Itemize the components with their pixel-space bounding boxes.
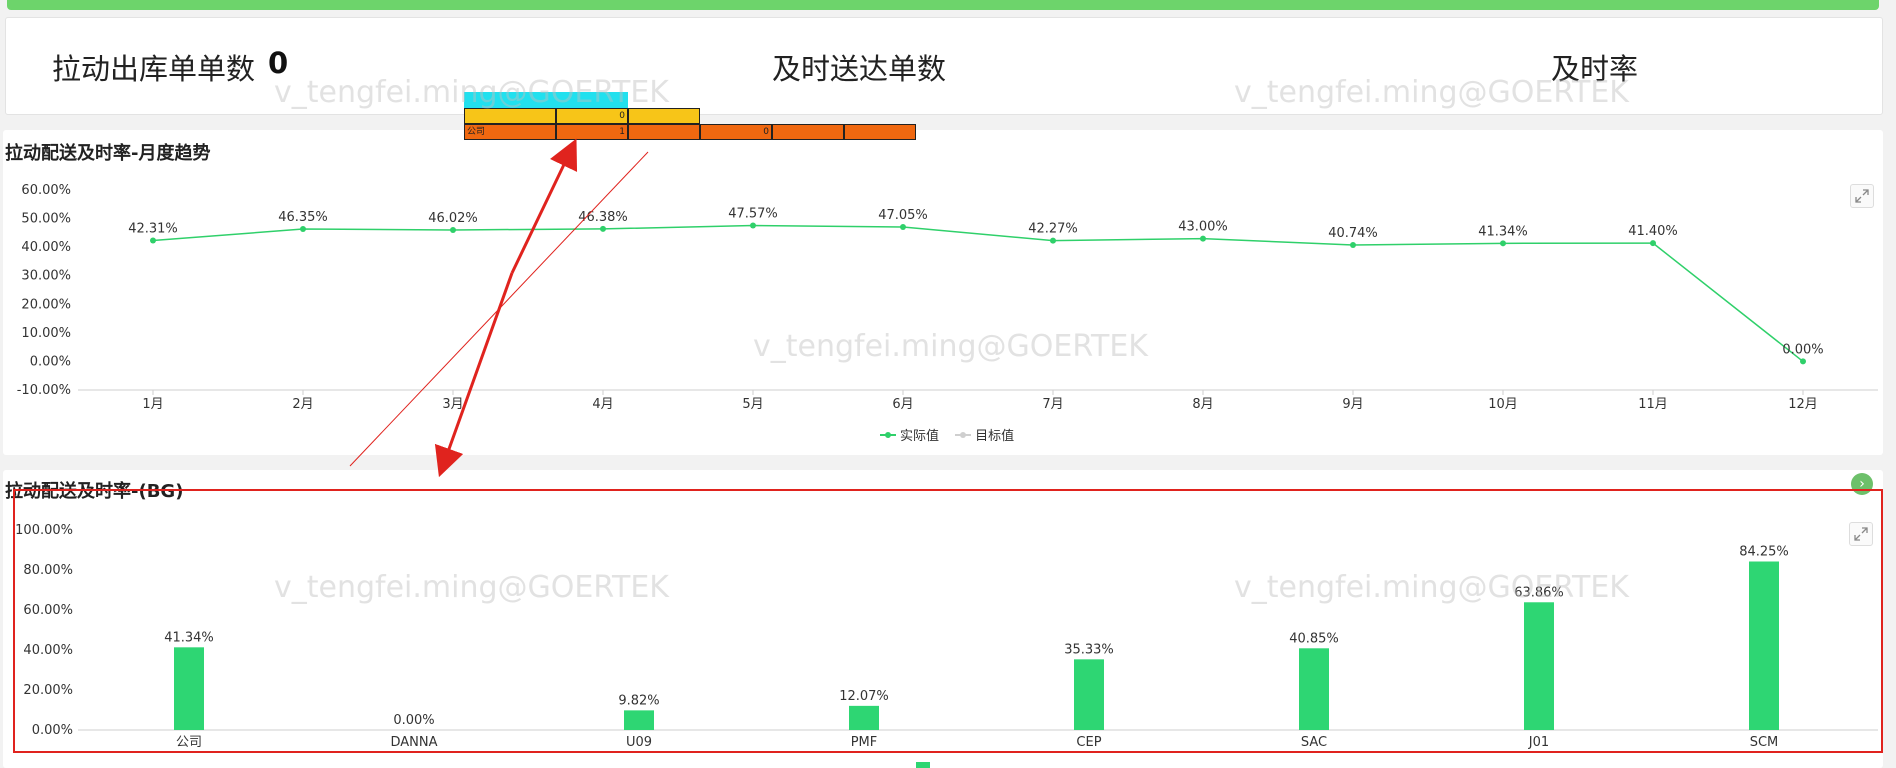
y-tick-label: 30.00% — [21, 269, 71, 284]
popup-cell — [772, 124, 844, 140]
x-tick-label: 3月 — [442, 397, 463, 412]
data-label: 42.31% — [128, 222, 178, 237]
popup-cell: 1 — [556, 124, 628, 140]
popup-cell: 公司 — [464, 124, 556, 140]
legend-fragment — [916, 762, 930, 768]
popup-cell — [628, 124, 700, 140]
data-point[interactable] — [1800, 358, 1806, 365]
data-label: 47.05% — [878, 208, 928, 223]
data-point[interactable] — [600, 225, 606, 232]
data-label: 47.57% — [728, 207, 778, 222]
data-point[interactable] — [300, 226, 306, 232]
x-tick-label: 7月 — [1042, 397, 1063, 412]
x-tick-label: 9月 — [1342, 397, 1363, 412]
legend-target-marker — [955, 430, 972, 440]
popup-row-2: 公司 1 0 — [464, 124, 916, 140]
popup-cell: 0 — [700, 124, 772, 140]
data-label: 0.00% — [1782, 342, 1823, 357]
y-tick-label: 60.00% — [21, 183, 71, 198]
y-tick-label: 20.00% — [21, 297, 71, 312]
data-point[interactable] — [150, 237, 156, 244]
data-label: 46.35% — [278, 210, 328, 225]
data-point[interactable] — [750, 222, 756, 229]
x-tick-label: 11月 — [1638, 397, 1668, 412]
data-point[interactable] — [1500, 240, 1506, 247]
x-tick-label: 2月 — [292, 397, 313, 412]
data-label: 43.00% — [1178, 220, 1228, 235]
pull-outbound-label: 拉动出库单单数 — [52, 52, 256, 86]
popup-cell — [628, 108, 700, 124]
x-tick-label: 12月 — [1788, 397, 1818, 412]
data-label: 41.34% — [1478, 224, 1528, 239]
y-tick-label: 0.00% — [30, 354, 71, 369]
data-point[interactable] — [900, 224, 906, 230]
x-tick-label: 8月 — [1192, 397, 1213, 412]
data-label: 46.02% — [428, 211, 478, 226]
y-tick-label: -10.00% — [17, 383, 71, 398]
pull-outbound-value: 0 — [268, 46, 289, 80]
x-tick-label: 4月 — [592, 397, 613, 412]
legend-target[interactable]: 目标值 — [955, 425, 1014, 444]
y-tick-label: 10.00% — [21, 326, 71, 341]
top-accent-bar — [7, 0, 1879, 10]
popup-header — [464, 92, 628, 108]
popup-row-1: 0 — [464, 108, 700, 124]
legend-actual-marker — [880, 430, 896, 440]
data-label: 42.27% — [1028, 222, 1078, 237]
y-tick-label: 50.00% — [21, 212, 71, 227]
popup-cell — [464, 108, 556, 124]
monthly-trend-chart: 60.00% 50.00% 40.00% 30.00% 20.00% 10.00% 0.00… — [17, 183, 1878, 412]
annotation-box — [13, 489, 1883, 753]
monthly-trend-panel: 拉动配送及时率-月度趋势 60.00% 50.00% 40.00% 30.00% 20.… — [3, 130, 1883, 455]
series-line-actual — [152, 224, 1804, 363]
x-tick-label: 1月 — [142, 397, 163, 412]
y-tick-label: 40.00% — [21, 240, 71, 255]
legend-actual[interactable]: 实际值 — [880, 425, 939, 444]
data-point[interactable] — [450, 226, 456, 233]
monthly-trend-legend: 实际值 目标值 — [880, 425, 1026, 444]
data-point[interactable] — [1050, 237, 1056, 244]
x-tick-label: 6月 — [892, 397, 913, 412]
data-label: 41.40% — [1628, 224, 1678, 239]
data-point[interactable] — [1200, 235, 1206, 242]
on-time-count-label: 及时送达单数 — [772, 52, 947, 86]
data-point[interactable] — [1650, 240, 1656, 247]
data-label: 46.38% — [578, 210, 628, 225]
data-label: 40.74% — [1328, 226, 1378, 241]
popup-cell: 0 — [556, 108, 628, 124]
kpi-panel: 拉动出库单单数 0 及时送达单数 及时率 — [5, 17, 1883, 115]
on-time-rate-label: 及时率 — [1551, 52, 1639, 86]
x-tick-label: 5月 — [742, 397, 763, 412]
popup-cell — [844, 124, 916, 140]
data-point[interactable] — [1350, 242, 1356, 249]
x-tick-label: 10月 — [1488, 397, 1518, 412]
